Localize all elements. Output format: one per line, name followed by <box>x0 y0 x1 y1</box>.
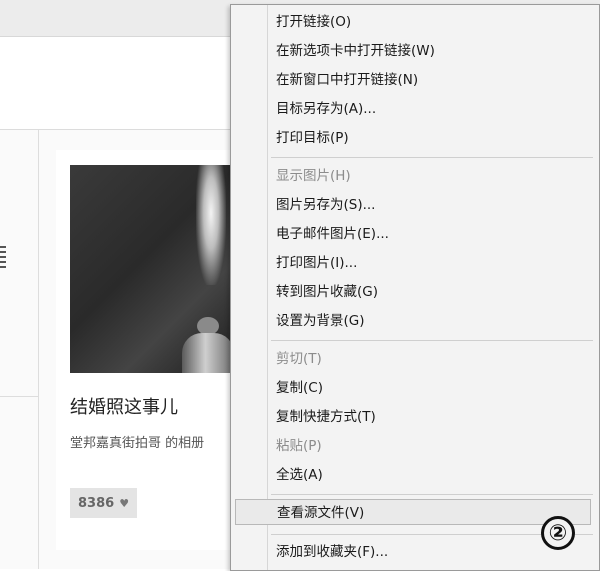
menu-item-select-all[interactable]: 全选(A) <box>276 462 323 488</box>
menu-item-open-link-new-window[interactable]: 在新窗口中打开链接(N) <box>276 67 418 93</box>
menu-item-view-source[interactable]: 查看源文件(V) <box>235 499 591 525</box>
photo-figure-body <box>182 333 234 373</box>
like-count: 8386 <box>78 495 115 511</box>
album-title[interactable]: 结婚照这事儿 <box>70 393 178 419</box>
left-column-divider <box>0 396 38 397</box>
menu-item-paste: 粘贴(P) <box>276 438 322 454</box>
menu-item-print-target[interactable]: 打印目标(P) <box>276 125 349 151</box>
menu-item-copy-shortcut[interactable]: 复制快捷方式(T) <box>276 404 376 430</box>
heart-icon: ♥ <box>119 496 130 510</box>
menu-item-set-as-background[interactable]: 设置为背景(G) <box>276 308 365 334</box>
column-divider <box>38 130 39 569</box>
menu-item-email-picture[interactable]: 电子邮件图片(E)... <box>276 221 389 247</box>
album-photo[interactable] <box>70 165 235 373</box>
menu-item-save-target-as[interactable]: 目标另存为(A)... <box>276 96 376 122</box>
menu-item-add-to-favorites[interactable]: 添加到收藏夹(F)... <box>276 539 388 565</box>
menu-item-open-link-new-tab[interactable]: 在新选项卡中打开链接(W) <box>276 38 435 64</box>
menu-separator <box>271 494 593 495</box>
menu-item-go-to-my-pictures[interactable]: 转到图片收藏(G) <box>276 279 378 305</box>
menu-item-copy[interactable]: 复制(C) <box>276 375 323 401</box>
menu-separator <box>271 340 593 341</box>
menu-item-open-link[interactable]: 打开链接(O) <box>276 9 351 35</box>
menu-separator <box>271 157 593 158</box>
like-count-badge[interactable]: 8386 ♥ <box>70 488 138 518</box>
menu-icon-gutter <box>267 5 268 570</box>
menu-item-show-picture: 显示图片(H) <box>276 168 351 184</box>
left-column-text-fragment <box>0 246 6 268</box>
menu-item-print-picture[interactable]: 打印图片(I)... <box>276 250 357 276</box>
step-number-badge: ② <box>541 516 575 550</box>
menu-item-cut: 剪切(T) <box>276 351 322 367</box>
album-subtitle[interactable]: 堂邦嘉真街拍哥 的相册 <box>70 432 232 451</box>
menu-item-save-picture-as[interactable]: 图片另存为(S)... <box>276 192 375 218</box>
photo-light-beam <box>196 165 226 285</box>
context-menu: 打开链接(O) 在新选项卡中打开链接(W) 在新窗口中打开链接(N) 目标另存为… <box>230 4 600 571</box>
